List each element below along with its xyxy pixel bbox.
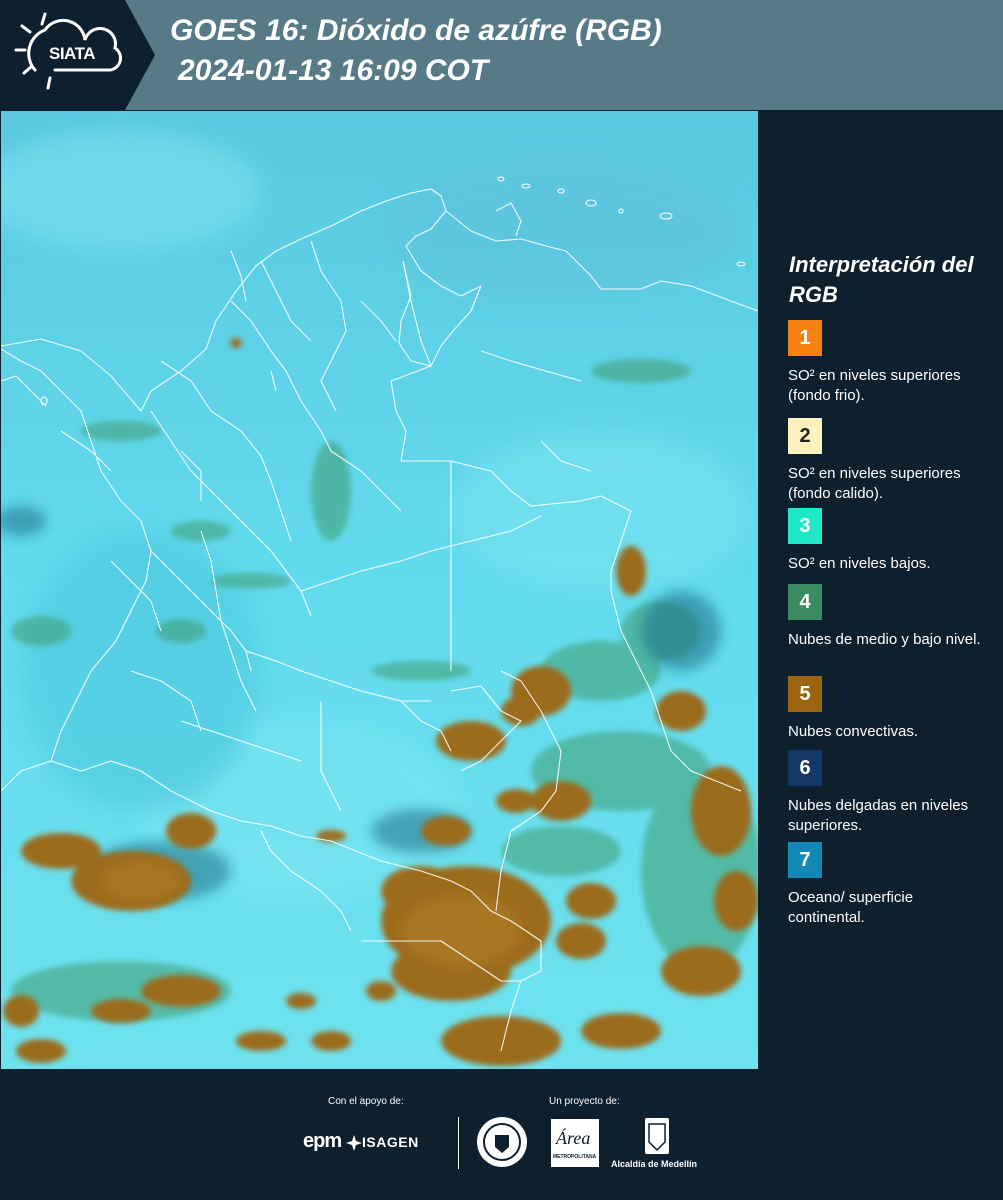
legend-panel: Interpretación del RGB 1 SO² en niveles … bbox=[758, 110, 1003, 1070]
legend-label-7: Oceano/ superficie continental. bbox=[788, 889, 914, 926]
satellite-image bbox=[1, 111, 758, 1069]
support-label: Con el apoyo de: bbox=[328, 1096, 404, 1107]
legend-swatch-7: 7 bbox=[788, 842, 822, 878]
legend-label-4: Nubes de medio y bajo nivel. bbox=[788, 631, 981, 648]
footer: Con el apoyo de: Un proyecto de: epm ISA… bbox=[0, 1070, 1003, 1200]
footer-divider bbox=[458, 1117, 459, 1169]
legend-title: Interpretación del RGB bbox=[789, 252, 974, 307]
legend-item-5: 5 Nubes convectivas. bbox=[788, 676, 988, 742]
project-label: Un proyecto de: bbox=[549, 1096, 620, 1107]
page-title: GOES 16: Dióxido de azúfre (RGB) bbox=[170, 14, 662, 47]
legend-label-1: SO² en niveles superiores (fondo frio). bbox=[788, 367, 961, 404]
legend-swatch-1: 1 bbox=[788, 320, 822, 356]
isagen-logo: ISAGEN bbox=[362, 1134, 419, 1150]
legend-item-4: 4 Nubes de medio y bajo nivel. bbox=[788, 584, 988, 650]
legend-item-3: 3 SO² en niveles bajos. bbox=[788, 508, 988, 574]
legend-item-6: 6 Nubes delgadas en niveles superiores. bbox=[788, 750, 988, 836]
medellin-seal-icon bbox=[477, 1117, 527, 1167]
legend-item-7: 7 Oceano/ superficie continental. bbox=[788, 842, 988, 928]
alcaldia-crest-icon bbox=[645, 1118, 669, 1154]
legend-swatch-2: 2 bbox=[788, 418, 822, 454]
legend-label-3: SO² en niveles bajos. bbox=[788, 555, 931, 572]
legend-item-1: 1 SO² en niveles superiores (fondo frio)… bbox=[788, 320, 988, 406]
legend-swatch-6: 6 bbox=[788, 750, 822, 786]
area-metropolitana-text: Área bbox=[556, 1128, 591, 1148]
legend-label-5: Nubes convectivas. bbox=[788, 723, 919, 740]
area-metropolitana-sub: METROPOLITANA bbox=[553, 1154, 597, 1160]
legend-label-2: SO² en niveles superiores (fondo calido)… bbox=[788, 465, 961, 502]
satellite-map bbox=[1, 111, 758, 1069]
page-timestamp: 2024-01-13 16:09 COT bbox=[178, 54, 489, 87]
legend-item-2: 2 SO² en niveles superiores (fondo calid… bbox=[788, 418, 988, 504]
alcaldia-medellin-text: Alcaldía de Medellín bbox=[611, 1159, 698, 1169]
siata-logo: SIATA bbox=[49, 44, 95, 63]
epm-logo: epm bbox=[303, 1130, 342, 1152]
header-bar: SIATA GOES 16: Dióxido de azúfre (RGB) 2… bbox=[0, 0, 1003, 110]
isagen-star-icon bbox=[346, 1135, 362, 1151]
legend-label-6: Nubes delgadas en niveles superiores. bbox=[788, 797, 969, 834]
legend-swatch-5: 5 bbox=[788, 676, 822, 712]
legend-swatch-3: 3 bbox=[788, 508, 822, 544]
legend-swatch-4: 4 bbox=[788, 584, 822, 620]
